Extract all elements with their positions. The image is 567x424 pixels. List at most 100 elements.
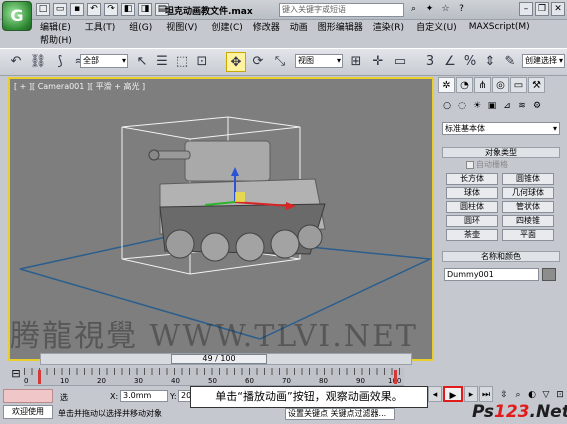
next-frame-icon[interactable]: ▸ xyxy=(464,386,478,402)
time-slider-thumb[interactable]: 49 / 100 xyxy=(171,354,267,364)
menu-modifiers[interactable]: 修改器 xyxy=(253,20,280,33)
select-and-move-icon[interactable]: ✥ xyxy=(226,52,246,72)
window-crossing-icon[interactable]: ⊡ xyxy=(192,52,212,72)
subscription-icon[interactable]: ✦ xyxy=(423,3,436,16)
geosphere-button[interactable]: 几何球体 xyxy=(502,187,554,199)
named-selection-dropdown[interactable]: 创建选择 xyxy=(522,54,565,68)
modify-tab-icon[interactable]: ◔ xyxy=(456,77,473,93)
maximize-viewport-icon[interactable]: ⊡ xyxy=(554,388,566,402)
teapot-button[interactable]: 茶壶 xyxy=(446,229,498,241)
link-icon[interactable]: ⛓ xyxy=(28,52,48,72)
edit-named-selection-icon[interactable]: ✎ xyxy=(500,52,520,72)
minimize-icon[interactable]: – xyxy=(519,2,533,16)
redo-icon[interactable]: ↷ xyxy=(104,3,118,16)
unlink-icon[interactable]: ⟆ xyxy=(50,52,70,72)
favorites-icon[interactable]: ☆ xyxy=(439,3,452,16)
search-input[interactable]: 键入关键字或短语 xyxy=(279,3,404,17)
zoom-icon[interactable]: ⌕ xyxy=(512,388,524,402)
cone-button[interactable]: 圆锥体 xyxy=(502,173,554,185)
new-file-icon[interactable]: □ xyxy=(36,3,50,16)
menu-views[interactable]: 视图(V) xyxy=(166,20,197,33)
undo-icon[interactable]: ↶ xyxy=(87,3,101,16)
percent-snap-icon[interactable]: % xyxy=(460,52,480,72)
undo-scene-icon[interactable]: ↶ xyxy=(6,52,26,72)
motion-tab-icon[interactable]: ◎ xyxy=(492,77,509,93)
cameras-icon[interactable]: ▣ xyxy=(485,99,499,113)
tube-button[interactable]: 管状体 xyxy=(502,201,554,213)
object-type-rollout[interactable]: 对象类型 xyxy=(442,147,560,158)
torus-button[interactable]: 圆环 xyxy=(446,215,498,227)
cylinder-button[interactable]: 圆柱体 xyxy=(446,201,498,213)
field-of-view-icon[interactable]: ▽ xyxy=(540,388,552,402)
systems-icon[interactable]: ⚙ xyxy=(530,99,544,113)
menu-help[interactable]: 帮助(H) xyxy=(40,33,72,46)
camera-viewport[interactable]: [ + ][ Camera001 ][ 平滑 + 高光 ] 腾龍視覺 WWW.T… xyxy=(8,77,434,361)
select-and-scale-icon[interactable]: ⤡ xyxy=(270,52,290,72)
object-name-field[interactable]: Dummy001 xyxy=(444,268,539,281)
pyramid-button[interactable]: 四棱锥 xyxy=(502,215,554,227)
key-filters-field[interactable]: 设置关键点 关键点过滤器... xyxy=(285,408,395,420)
menu-group[interactable]: 组(G) xyxy=(129,20,152,33)
menu-maxscript[interactable]: MAXScript(M) xyxy=(469,22,530,32)
select-and-rotate-icon[interactable]: ⟳ xyxy=(248,52,268,72)
prev-frame-icon[interactable]: ◂ xyxy=(428,386,442,402)
sphere-button[interactable]: 球体 xyxy=(446,187,498,199)
primitive-category-dropdown[interactable]: 标准基本体 xyxy=(442,122,560,135)
keyframe-marker[interactable] xyxy=(394,370,397,384)
orbit-icon[interactable]: ◐ xyxy=(526,388,538,402)
time-config-icon[interactable]: ⇳ xyxy=(498,388,510,402)
x-coordinate-field[interactable]: 3.0mm xyxy=(120,390,168,402)
fetch-icon[interactable]: ◨ xyxy=(138,3,152,16)
document-title: 坦克动画教文件.max xyxy=(165,7,253,17)
manipulate-icon[interactable]: ✛ xyxy=(368,52,388,72)
hierarchy-tab-icon[interactable]: ⋔ xyxy=(474,77,491,93)
display-tab-icon[interactable]: ▭ xyxy=(510,77,527,93)
plane-button[interactable]: 平面 xyxy=(502,229,554,241)
menu-tools[interactable]: 工具(T) xyxy=(85,20,116,33)
utilities-tab-icon[interactable]: ⚒ xyxy=(528,77,545,93)
app-logo-button[interactable]: G xyxy=(2,1,32,31)
reference-coordinate-dropdown[interactable]: 视图 xyxy=(295,54,343,68)
name-color-rollout[interactable]: 名称和颜色 xyxy=(442,251,560,262)
viewport-navigation: ⇳ ⌕ ◐ ▽ ⊡ xyxy=(498,388,566,402)
track-bar-ticks xyxy=(24,368,404,375)
search-icon[interactable]: ⌕ xyxy=(407,3,420,16)
save-icon[interactable]: ▪ xyxy=(70,3,84,16)
menu-edit[interactable]: 编辑(E) xyxy=(40,20,71,33)
mini-curve-editor-icon[interactable]: ⊟ xyxy=(8,366,24,382)
keyframe-marker[interactable] xyxy=(38,370,41,384)
object-color-swatch[interactable] xyxy=(542,268,556,281)
play-animation-button[interactable]: ▶ xyxy=(443,386,463,402)
go-to-end-icon[interactable]: ⏭ xyxy=(479,386,493,402)
pivot-center-icon[interactable]: ⊞ xyxy=(346,52,366,72)
menu-create[interactable]: 创建(C) xyxy=(211,20,242,33)
menu-customize[interactable]: 自定义(U) xyxy=(416,20,457,33)
track-bar[interactable]: 0 10 20 30 40 50 60 70 80 90 100 xyxy=(24,368,404,386)
rectangle-selection-icon[interactable]: ⬚ xyxy=(172,52,192,72)
spinner-snap-icon[interactable]: ⇕ xyxy=(480,52,500,72)
shapes-icon[interactable]: ◌ xyxy=(455,99,469,113)
geometry-icon[interactable]: ○ xyxy=(440,99,454,113)
box-button[interactable]: 长方体 xyxy=(446,173,498,185)
select-by-name-icon[interactable]: ☰ xyxy=(152,52,172,72)
hold-icon[interactable]: ◧ xyxy=(121,3,135,16)
angle-snap-icon[interactable]: ∠ xyxy=(440,52,460,72)
lights-icon[interactable]: ☀ xyxy=(470,99,484,113)
helpers-icon[interactable]: ⊿ xyxy=(500,99,514,113)
selection-filter-dropdown[interactable]: 全部 xyxy=(80,54,128,68)
close-icon[interactable]: ✕ xyxy=(551,2,565,16)
open-file-icon[interactable]: ▭ xyxy=(53,3,67,16)
snap-toggle-icon[interactable]: 3 xyxy=(420,52,440,72)
select-object-icon[interactable]: ↖ xyxy=(132,52,152,72)
help-icon[interactable]: ? xyxy=(455,3,468,16)
create-tab-icon[interactable]: ✲ xyxy=(438,77,455,93)
menu-graph-editors[interactable]: 图形编辑器 xyxy=(318,20,363,33)
autogrid-checkbox[interactable]: 自动栅格 xyxy=(466,159,508,170)
spacewarps-icon[interactable]: ≋ xyxy=(515,99,529,113)
restore-icon[interactable]: ❐ xyxy=(535,2,549,16)
keyboard-shortcut-icon[interactable]: ▭ xyxy=(390,52,410,72)
time-slider[interactable]: 49 / 100 xyxy=(40,353,412,365)
maxscript-listener-box[interactable] xyxy=(3,389,53,403)
menu-animation[interactable]: 动画 xyxy=(290,20,308,33)
menu-rendering[interactable]: 渲染(R) xyxy=(373,20,404,33)
